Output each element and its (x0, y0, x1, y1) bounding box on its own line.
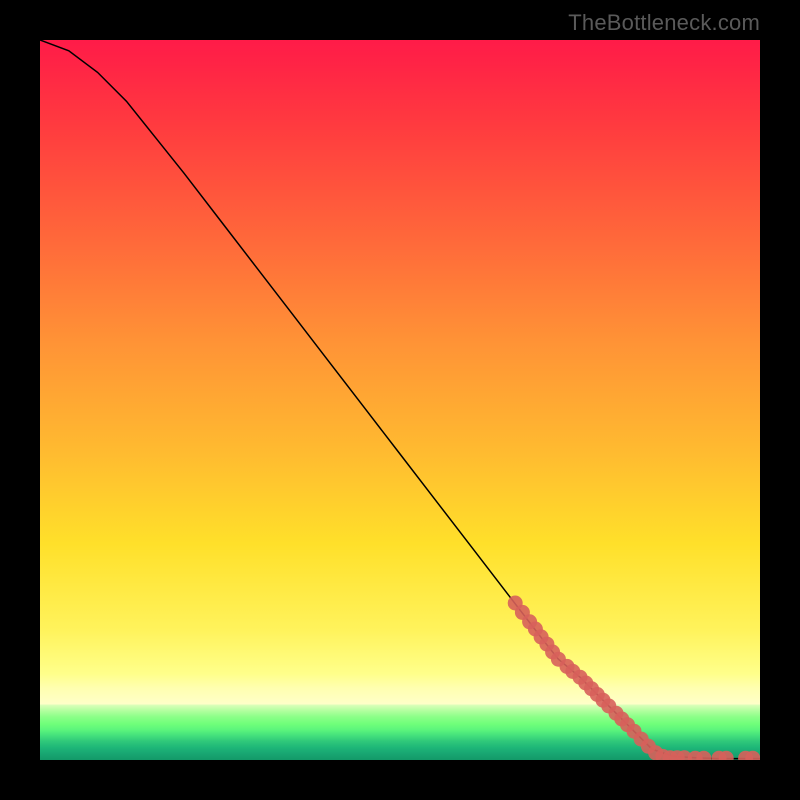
chart-container: TheBottleneck.com (0, 0, 800, 800)
attribution-text: TheBottleneck.com (568, 10, 760, 36)
bottleneck-curve (40, 40, 760, 759)
data-points-group (508, 596, 760, 761)
plot-area (40, 40, 760, 760)
chart-svg (40, 40, 760, 760)
